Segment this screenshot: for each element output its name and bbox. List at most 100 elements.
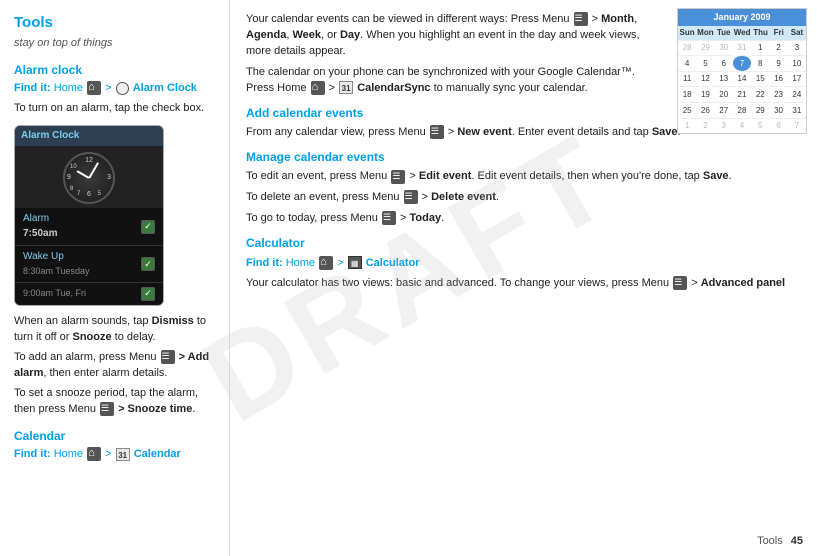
alarm-find-it: Find it: Home > Alarm Clock [14,81,215,97]
cal-cell: 6 [715,55,733,71]
alarm-clock-icon [116,82,129,95]
alarm-para1: To turn on an alarm, tap the check box. [14,101,215,117]
alarm-check-3[interactable]: ✓ [141,287,155,301]
alarm-para3: To add an alarm, press Menu > Add alarm,… [14,350,215,382]
day-bold: Day [340,29,360,41]
section-title: Tools [14,12,215,34]
new-event-bold: New event [457,126,511,138]
edit-event-bold: Edit event [419,170,472,182]
cal-cell: 2 [769,40,787,56]
cal-cell: 21 [733,86,751,102]
calculator-text: Your calculator has two views: basic and… [246,276,801,292]
page-container: DRAFT Tools stay on top of things Alarm … [0,0,817,556]
alarm-item-1: Alarm 7:50am ✓ [15,208,163,246]
clock-circle: 12 3 6 9 10 8 7 5 [63,152,115,204]
cal-grid: 28 29 30 31 1 2 3 4 5 6 7 8 9 10 11 12 1… [678,40,806,134]
manage-delete-text: To delete an event, press Menu > Delete … [246,190,801,206]
calendar-heading: Calendar [14,428,215,445]
clock-face: 12 3 6 9 10 8 7 5 [15,146,163,208]
alarm-phone-header: Alarm Clock [15,126,163,147]
cal-cell: 1 [751,40,769,56]
cal-cell: 8 [751,55,769,71]
cal-cell: 3 [715,118,733,134]
cal-cell: 5 [696,55,714,71]
menu-icon-1 [161,350,175,364]
alarm-text-col-1: Alarm 7:50am [23,212,141,241]
snooze-time-bold: > Snooze time [118,403,192,415]
page-number-bar: Tools 45 [757,534,803,550]
right-column: January 2009 Sun Mon Tue Wed Thu Fri Sat… [230,0,817,556]
calendar-icon: 31 [116,448,130,461]
alarm-item-3: 9:00am Tue, Fri ✓ [15,283,163,305]
today-bold: Today [409,212,441,224]
cal-cell: 1 [678,118,696,134]
calculator-find-it: Find it: Home > ▦ Calculator [246,256,801,272]
alarm-time-1: 7:50am [23,227,141,242]
alarm-para2: When an alarm sounds, tap Dismiss to tur… [14,314,215,346]
alarm-sub-3: 9:00am Tue, Fri [23,287,141,300]
cal-cell: 19 [696,86,714,102]
cal-cell: 27 [715,102,733,118]
menu-icon-4 [430,125,444,139]
cal-cell: 17 [788,71,806,87]
cal-day-wed: Wed [733,26,752,40]
clock-num-3: 3 [107,173,111,183]
cal-cell: 22 [751,86,769,102]
cal-cell: 23 [769,86,787,102]
clock-num-12: 12 [85,156,93,166]
alarm-check-1[interactable]: ✓ [141,220,155,234]
cal-header: January 2009 [678,9,806,26]
agenda-bold: Agenda [246,29,286,41]
cal-cell: 14 [733,71,751,87]
cal-cell: 20 [715,86,733,102]
cal-day-thu: Thu [752,26,770,40]
month-bold: Month [601,13,634,25]
manage-events-heading: Manage calendar events [246,149,801,166]
menu-icon-3 [574,12,588,26]
cal-cell: 30 [769,102,787,118]
page-number: 45 [791,534,803,550]
page-label: Tools [757,534,783,550]
alarm-check-2[interactable]: ✓ [141,257,155,271]
alarm-name-1: Alarm [23,212,141,227]
cal-cell: 25 [678,102,696,118]
delete-event-bold: Delete event [431,191,496,203]
calendar-mini: January 2009 Sun Mon Tue Wed Thu Fri Sat… [677,8,807,134]
home-icon-2 [87,447,101,461]
alarm-text-col-2: Wake Up 8:30am Tuesday [23,250,141,278]
week-bold: Week [292,29,321,41]
cal-cell: 31 [788,102,806,118]
cal-cell: 13 [715,71,733,87]
save-bold-2: Save [703,170,729,182]
cal-day-fri: Fri [770,26,788,40]
clock-num-7: 7 [77,190,80,199]
alarm-phone-image: Alarm Clock 12 3 6 9 10 8 7 5 [14,125,164,306]
cal-cell: 18 [678,86,696,102]
cal-cell: 16 [769,71,787,87]
cal-cell: 24 [788,86,806,102]
calendar-find-it-label: Find it: [14,448,51,460]
calendar-find-it: Find it: Home > 31 Calendar [14,447,215,463]
cal-cell: 10 [788,55,806,71]
cal-cell: 28 [733,102,751,118]
home-icon-4 [319,256,333,270]
calc-bold: Calculator [366,257,420,269]
cal-cell: 2 [696,118,714,134]
calendar-sync-icon: 31 [339,81,353,94]
calc-icon: ▦ [348,256,362,269]
calendar-sync-bold: CalendarSync [357,82,430,94]
cal-day-sat: Sat [788,26,806,40]
add-alarm-bold: > Add alarm [14,351,209,379]
dismiss-bold: Dismiss [152,315,194,327]
menu-icon-5 [391,170,405,184]
cal-cell: 29 [751,102,769,118]
cal-day-sun: Sun [678,26,696,40]
cal-cell: 5 [751,118,769,134]
cal-cell: 29 [696,40,714,56]
alarm-clock-heading: Alarm clock [14,62,215,79]
cal-days-header: Sun Mon Tue Wed Thu Fri Sat [678,26,806,40]
cal-cell: 26 [696,102,714,118]
alarm-sub-2: 8:30am Tuesday [23,265,141,278]
save-bold-1: Save [652,126,678,138]
alarm-para4: To set a snooze period, tap the alarm, t… [14,386,215,418]
